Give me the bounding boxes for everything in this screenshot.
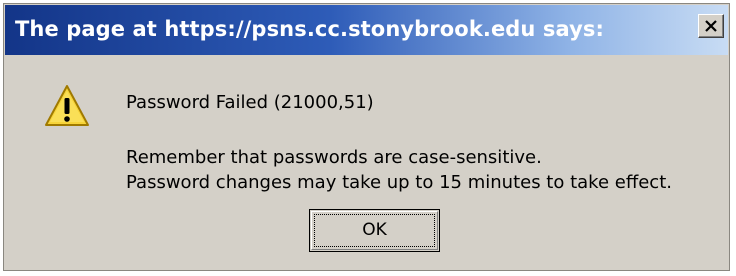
ok-button[interactable]: OK bbox=[309, 209, 440, 252]
close-icon bbox=[705, 20, 717, 32]
detail-line-delay: Password changes may take up to 15 minut… bbox=[126, 172, 672, 193]
warning-icon bbox=[45, 85, 89, 126]
alert-dialog: The page at https://psns.cc.stonybrook.e… bbox=[3, 3, 730, 271]
ok-button-label: OK bbox=[362, 220, 387, 240]
title-bar[interactable]: The page at https://psns.cc.stonybrook.e… bbox=[5, 5, 728, 55]
error-message: Password Failed (21000,51) bbox=[126, 92, 374, 113]
dialog-title: The page at https://psns.cc.stonybrook.e… bbox=[15, 17, 605, 41]
detail-line-case-sensitive: Remember that passwords are case-sensiti… bbox=[126, 147, 542, 168]
close-button[interactable] bbox=[698, 14, 724, 38]
